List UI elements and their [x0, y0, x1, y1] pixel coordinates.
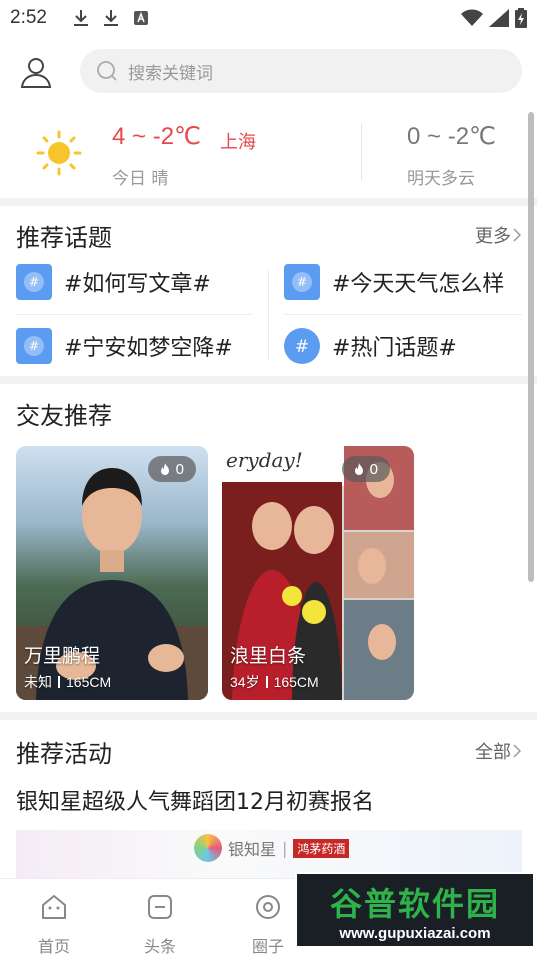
likes-count: 0 — [369, 460, 378, 478]
flame-icon — [160, 463, 169, 475]
brand-logo-icon — [194, 834, 222, 862]
friend-info: 未知 165CM — [24, 672, 111, 692]
recommended-topics-section: 推荐话题 更多 # #如何写文章# # #今天天气怎么样 # #宁安如梦空降# … — [0, 206, 537, 376]
topic-label: #热门话题# — [332, 336, 457, 361]
tab-circle[interactable]: 圈子 — [238, 891, 298, 956]
topic-item[interactable]: # #热门话题# — [284, 328, 457, 364]
divider — [58, 676, 60, 688]
sunny-icon — [36, 130, 82, 180]
more-label: 更多 — [475, 226, 511, 247]
app-notification-icon — [133, 10, 149, 26]
section-title: 推荐活动 — [16, 740, 112, 768]
svg-text:#: # — [29, 339, 39, 353]
svg-text:#: # — [295, 337, 309, 357]
friend-name: 万里鹏程 — [24, 645, 101, 667]
activities-all-link[interactable]: 全部 — [475, 738, 521, 764]
status-indicators — [461, 8, 527, 28]
banner-brand: 银知星 | 鸿茅药酒 — [194, 834, 350, 862]
topic-item[interactable]: # #今天天气怎么样 — [284, 264, 504, 300]
likes-count: 0 — [175, 460, 184, 478]
divider — [284, 314, 522, 315]
hashtag-icon: # — [284, 328, 320, 364]
friend-card[interactable]: 0 万里鹏程 未知 165CM — [16, 446, 208, 700]
friend-gender: 未知 — [24, 674, 52, 690]
watermark-title: 谷普软件园 — [329, 884, 500, 923]
topic-item[interactable]: # #宁安如梦空降# — [16, 328, 233, 364]
signal-icon — [489, 9, 509, 27]
profile-icon[interactable] — [16, 52, 56, 92]
likes-badge: 0 — [147, 456, 196, 482]
divider — [361, 124, 362, 180]
tab-label: 头条 — [143, 937, 176, 956]
friend-name: 浪里白条 — [230, 645, 307, 667]
watermark-url: www.gupuxiazai.com — [339, 924, 491, 942]
tab-label: 圈子 — [251, 937, 284, 956]
hashtag-icon: # — [16, 328, 52, 364]
weather-panel[interactable]: 4 ~ -2℃ 上海 今日 晴 0 ~ -2℃ 明天多云 — [0, 108, 537, 198]
sponsor-tag: 鸿茅药酒 — [293, 838, 350, 858]
topic-label: #如何写文章# — [64, 272, 211, 297]
divider — [268, 270, 269, 360]
top-bar: 搜索关键词 — [0, 36, 537, 108]
friend-height: 165CM — [66, 674, 112, 690]
activity-title[interactable]: 银知星超级人气舞蹈团12月初赛报名 — [16, 784, 374, 816]
hashtag-icon: # — [16, 264, 52, 300]
today-temperature: 4 ~ -2℃ — [112, 123, 201, 150]
search-icon — [96, 60, 118, 82]
tab-home[interactable]: 首页 — [24, 891, 84, 956]
divider — [265, 676, 268, 688]
wifi-icon — [461, 9, 483, 26]
section-title: 推荐话题 — [16, 224, 112, 252]
watermark-logo: 谷普软件园 www.gupuxiazai.com — [295, 872, 535, 948]
tomorrow-weather-label: 明天多云 — [407, 169, 475, 189]
chevron-right-icon — [513, 228, 521, 242]
topic-item[interactable]: # #如何写文章# — [16, 264, 211, 300]
search-placeholder: 搜索关键词 — [128, 63, 213, 84]
svg-text:#: # — [297, 275, 307, 289]
status-time: 2:52 — [10, 7, 47, 28]
search-input[interactable]: 搜索关键词 — [80, 49, 522, 93]
download-icon — [73, 9, 89, 27]
friend-recommendations-section: 交友推荐 0 万里鹏程 未知 165CM eryday! 0 浪里白条 34岁 … — [0, 384, 537, 712]
scrollbar[interactable] — [528, 112, 534, 582]
circle-icon — [253, 891, 283, 923]
recommended-activities-section: 推荐活动 全部 银知星超级人气舞蹈团12月初赛报名 银知星 | 鸿茅药酒 — [0, 720, 537, 890]
divider: | — [282, 838, 288, 858]
status-bar: 2:52 — [0, 0, 537, 36]
headline-icon — [145, 891, 175, 923]
topics-more-link[interactable]: 更多 — [475, 222, 521, 248]
friend-age: 34岁 — [230, 674, 260, 690]
tab-headlines[interactable]: 头条 — [130, 891, 190, 956]
download-icon — [103, 9, 119, 27]
friend-height: 165CM — [273, 674, 319, 690]
brand-name: 银知星 — [228, 840, 277, 859]
battery-icon — [515, 8, 527, 28]
topic-label: #今天天气怎么样 — [332, 272, 505, 297]
friend-card[interactable]: eryday! 0 浪里白条 34岁 165CM — [222, 446, 414, 700]
photo-caption: eryday! — [226, 448, 303, 472]
flame-icon — [354, 463, 363, 475]
chevron-right-icon — [513, 744, 521, 758]
likes-badge: 0 — [341, 456, 390, 482]
divider — [16, 314, 252, 315]
today-weather-label: 今日 晴 — [112, 169, 169, 189]
section-title: 交友推荐 — [16, 402, 112, 430]
hashtag-icon: # — [284, 264, 320, 300]
topic-label: #宁安如梦空降# — [64, 336, 233, 361]
tomorrow-temperature: 0 ~ -2℃ — [407, 123, 496, 150]
all-label: 全部 — [475, 742, 511, 763]
friend-info: 34岁 165CM — [230, 672, 319, 692]
home-icon — [39, 891, 69, 923]
tab-label: 首页 — [37, 937, 70, 956]
city-label: 上海 — [220, 132, 256, 153]
svg-text:#: # — [29, 275, 39, 289]
